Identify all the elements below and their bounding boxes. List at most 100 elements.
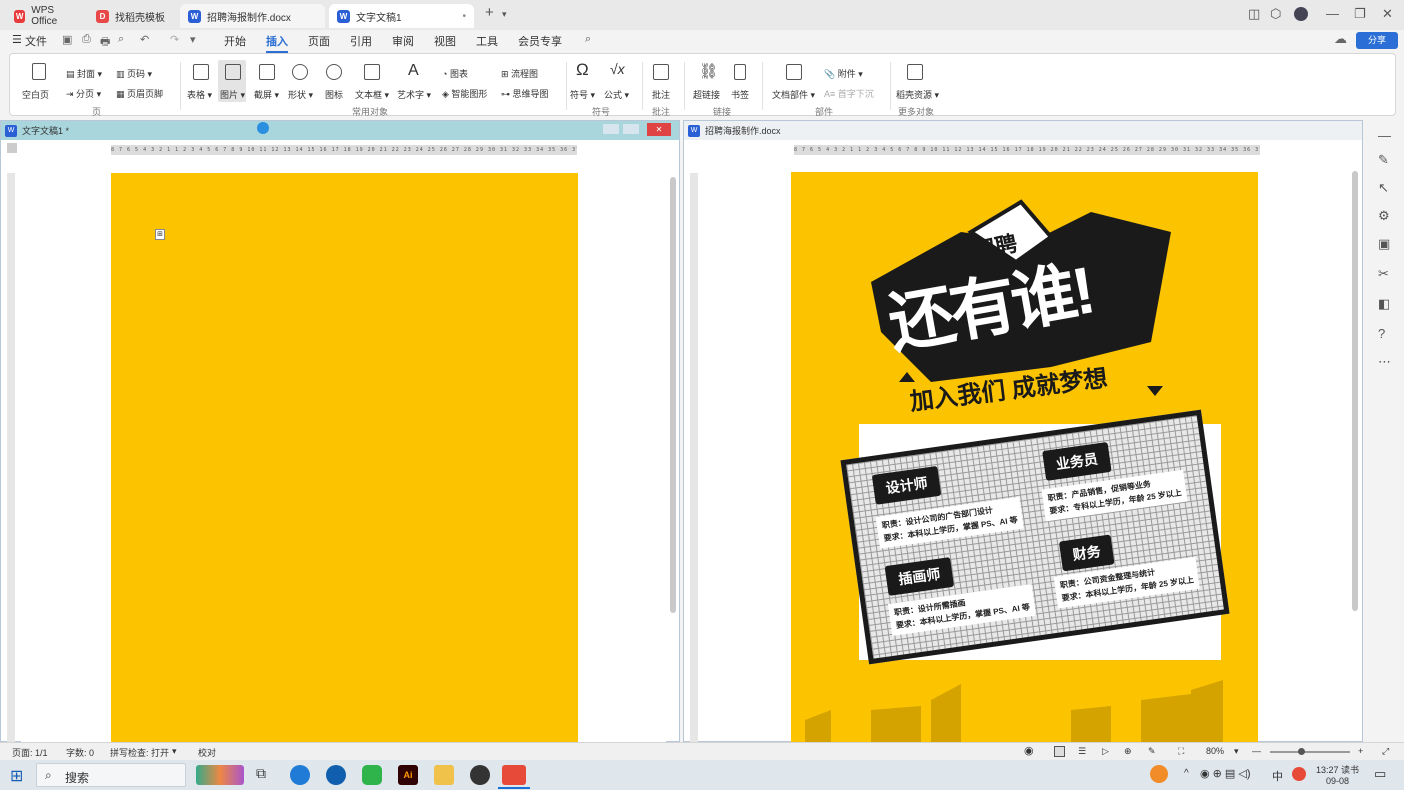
zoom-level[interactable]: 80% xyxy=(1206,746,1224,756)
restore-icon[interactable] xyxy=(623,124,639,134)
hamburger-icon[interactable]: ☰ xyxy=(12,33,22,46)
chevron-down-icon[interactable]: ▾ xyxy=(502,9,507,20)
page-view-icon[interactable] xyxy=(1054,746,1065,757)
help-icon[interactable]: ? xyxy=(1378,326,1385,341)
word-count[interactable]: 字数: 0 xyxy=(66,746,94,759)
mind-map-button[interactable]: ⊶ 思维导图 xyxy=(501,87,549,100)
restore-icon[interactable]: ❐ xyxy=(1354,6,1366,22)
recruitment-poster[interactable]: 招聘 还有谁! 加入我们 成就梦想 设计师 职责：设计公司的广告部门设计 要求：… xyxy=(791,172,1258,742)
tray-icons[interactable]: ◉ ⊕ ▤ ◁) xyxy=(1200,767,1251,780)
header-footer-button[interactable]: ▦ 页眉页脚 xyxy=(116,87,163,100)
blank-page-button[interactable]: 空白页 xyxy=(22,88,49,101)
redo-icon[interactable]: ↷ xyxy=(170,33,179,46)
file-menu[interactable]: 文件 xyxy=(25,33,47,49)
shape-button[interactable]: 形状 ▾ xyxy=(288,88,313,101)
adjust-icon[interactable]: ⚙ xyxy=(1378,208,1390,224)
tray-chevron-icon[interactable]: ^ xyxy=(1184,768,1189,779)
blank-yellow-page[interactable]: ⊞ xyxy=(111,173,578,743)
image-edit-icon[interactable]: ▣ xyxy=(1378,236,1390,252)
taskbar-search-box[interactable]: ⌕ 搜索 xyxy=(36,763,186,787)
windows-start-icon[interactable]: ⊞ xyxy=(10,766,23,786)
chart-button[interactable]: ◔ 图表 xyxy=(442,67,468,80)
picture-button[interactable]: 图片 ▾ xyxy=(220,88,245,101)
tab-docer[interactable]: D 找稻壳模板 xyxy=(88,4,176,28)
edge-icon[interactable] xyxy=(290,765,310,785)
map-icon[interactable]: ◧ xyxy=(1378,296,1390,312)
notification-icon[interactable]: ▭ xyxy=(1374,766,1386,782)
smart-graphic-button[interactable]: ◈ 智能图形 xyxy=(442,87,487,100)
horizontal-ruler[interactable]: 8 7 6 5 4 3 2 1 1 2 3 4 5 6 7 8 9 10 11 … xyxy=(111,145,577,155)
more-icon[interactable]: ⋯ xyxy=(1378,354,1391,370)
tools-icon[interactable]: ✂ xyxy=(1378,266,1389,282)
share-button[interactable]: 分享 xyxy=(1356,32,1398,49)
browser-icon[interactable] xyxy=(326,765,346,785)
menu-page[interactable]: 页面 xyxy=(308,33,330,49)
horizontal-ruler[interactable]: 8 7 6 5 4 3 2 1 1 2 3 4 5 6 7 8 9 10 11 … xyxy=(794,145,1260,155)
menu-home[interactable]: 开始 xyxy=(224,33,246,49)
taskbar-widget-icon[interactable] xyxy=(196,765,244,785)
textbox-button[interactable]: 文本框 ▾ xyxy=(355,88,389,101)
hyperlink-button[interactable]: 超链接 xyxy=(693,88,720,101)
tab-recruit-doc[interactable]: W 招聘海报制作.docx xyxy=(180,4,325,28)
avatar[interactable] xyxy=(1294,7,1308,21)
page-count[interactable]: 页面: 1/1 xyxy=(12,746,48,759)
formula-button[interactable]: 公式 ▾ xyxy=(604,88,629,101)
chevron-down-icon[interactable]: ▾ xyxy=(190,33,196,46)
fit-icon[interactable]: ⛶ xyxy=(1178,746,1184,757)
zoom-in-icon[interactable]: + xyxy=(1358,746,1363,756)
menu-view[interactable]: 视图 xyxy=(434,33,456,49)
page-number-button[interactable]: ▥ 页码 ▾ xyxy=(116,67,152,80)
collapse-icon[interactable]: — xyxy=(1378,128,1391,143)
close-icon[interactable]: ✕ xyxy=(647,123,671,136)
pointer-icon[interactable]: ↖ xyxy=(1378,180,1389,196)
preview-icon[interactable]: ⌕ xyxy=(118,33,124,46)
zoom-out-icon[interactable]: — xyxy=(1252,746,1261,756)
chevron-down-icon[interactable]: ▾ xyxy=(172,746,177,757)
wps-taskbar-icon[interactable] xyxy=(502,765,526,785)
spell-check[interactable]: 拼写检查: 打开 xyxy=(110,746,169,759)
web-view-icon[interactable]: ⊕ xyxy=(1124,746,1132,757)
menu-tools[interactable]: 工具 xyxy=(476,33,498,49)
cube-icon[interactable]: ⬡ xyxy=(1270,6,1281,22)
left-scrollbar-thumb[interactable] xyxy=(670,177,676,613)
docer-resource-button[interactable]: 稻壳资源 ▾ xyxy=(896,88,939,101)
print-icon[interactable]: 🖶 xyxy=(100,33,110,52)
clock-time[interactable]: 13:27 读书 xyxy=(1316,763,1359,776)
bookmark-button[interactable]: 书签 xyxy=(731,88,749,101)
tab-wps-office[interactable]: W WPS Office xyxy=(6,4,84,28)
vertical-ruler[interactable] xyxy=(7,173,15,743)
outline-view-icon[interactable]: ☰ xyxy=(1078,746,1086,757)
section-button[interactable]: ⇥ 分页 ▾ xyxy=(66,87,101,100)
eye-icon[interactable]: ◉ xyxy=(1024,744,1034,757)
comment-button[interactable]: 批注 xyxy=(652,88,670,101)
zoom-slider-thumb[interactable] xyxy=(1298,748,1305,755)
attachment-button[interactable]: 📎 附件 ▾ xyxy=(824,67,863,80)
symbol-button[interactable]: 符号 ▾ xyxy=(570,88,595,101)
export-icon[interactable]: ⎙ xyxy=(82,33,91,46)
sogou-icon[interactable] xyxy=(1292,767,1306,781)
minimize-icon[interactable] xyxy=(603,124,619,134)
close-icon[interactable]: ✕ xyxy=(1382,6,1393,22)
ime-indicator[interactable]: 中 xyxy=(1272,768,1283,784)
cloud-icon[interactable]: ☁ xyxy=(1334,31,1347,47)
art-text-button[interactable]: 艺术字 ▾ xyxy=(397,88,431,101)
menu-member[interactable]: 会员专享 xyxy=(518,33,562,49)
right-scrollbar-thumb[interactable] xyxy=(1352,171,1358,611)
vertical-ruler[interactable] xyxy=(690,173,698,743)
table-button[interactable]: 表格 ▾ xyxy=(187,88,212,101)
menu-review[interactable]: 审阅 xyxy=(392,33,414,49)
tab-stop-selector[interactable] xyxy=(7,143,17,153)
cover-button[interactable]: ▤ 封面 ▾ xyxy=(66,67,102,80)
clock-date[interactable]: 09-08 xyxy=(1326,776,1349,786)
illustrator-icon[interactable]: Ai xyxy=(398,765,418,785)
search-icon[interactable]: ⌕ xyxy=(585,33,591,46)
wechat-icon[interactable] xyxy=(362,765,382,785)
layout-icon[interactable]: ◫ xyxy=(1248,6,1260,22)
screenshot-button[interactable]: 截屏 ▾ xyxy=(254,88,279,101)
save-icon[interactable]: ▣ xyxy=(62,33,72,46)
right-doc-titlebar[interactable]: W 招聘海报制作.docx xyxy=(684,121,1362,140)
table-handle-icon[interactable]: ⊞ xyxy=(155,229,165,240)
chevron-down-icon[interactable]: ▾ xyxy=(1234,746,1239,757)
pen-icon[interactable]: ✎ xyxy=(1378,152,1389,168)
menu-reference[interactable]: 引用 xyxy=(350,33,372,49)
